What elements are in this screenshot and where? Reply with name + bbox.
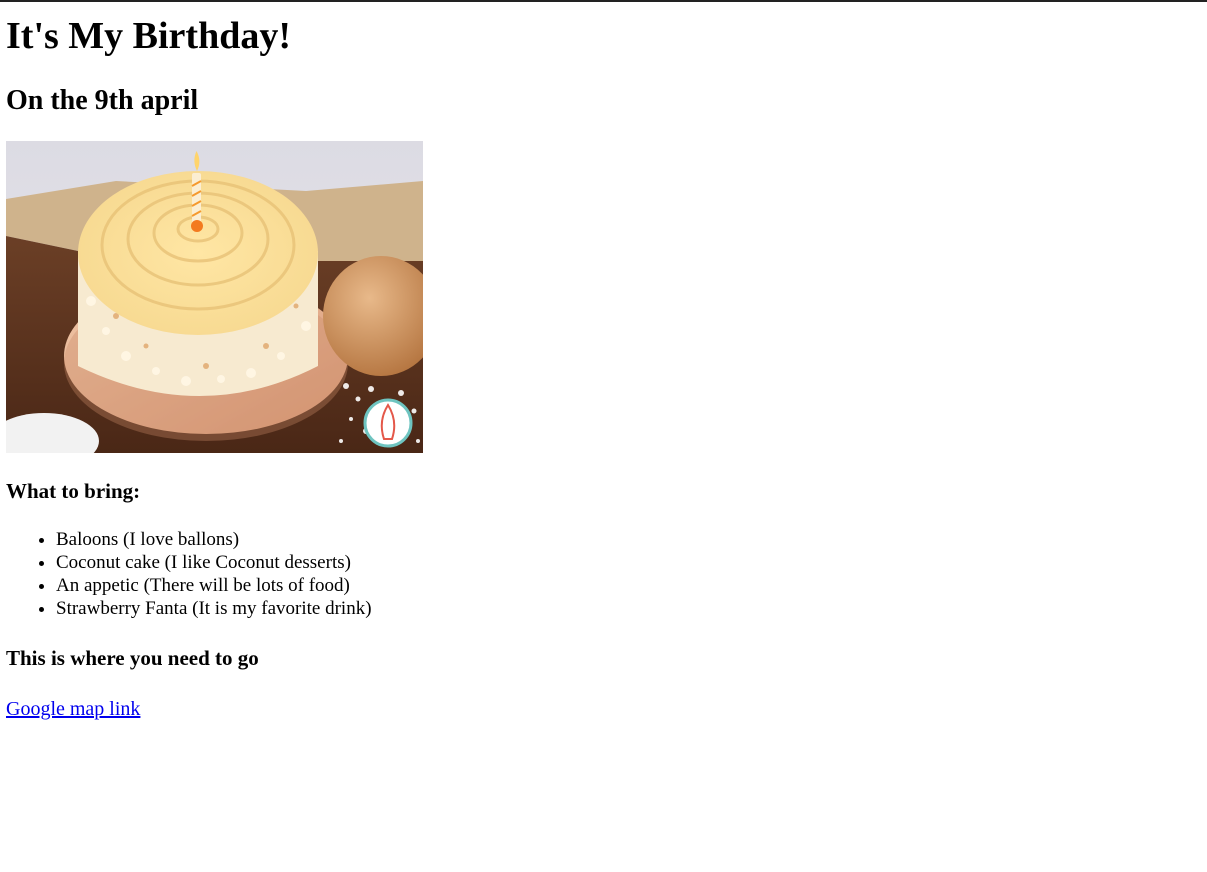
list-item: An appetic (There will be lots of food) [56,574,1201,597]
map-paragraph: Google map link [6,696,1201,722]
list-item: Baloons (I love ballons) [56,528,1201,551]
bring-heading: What to bring: [6,479,141,503]
directions-heading: This is where you need to go [6,646,259,670]
date-heading: On the 9th april [6,85,199,116]
page-title: It's My Birthday! [6,15,291,57]
google-map-link[interactable]: Google map link [6,698,140,720]
list-item: Strawberry Fanta (It is my favorite drin… [56,597,1201,620]
cake-photo [6,141,423,453]
list-item: Coconut cake (I like Coconut desserts) [56,551,1201,574]
bring-list: Baloons (I love ballons) Coconut cake (I… [6,528,1201,620]
